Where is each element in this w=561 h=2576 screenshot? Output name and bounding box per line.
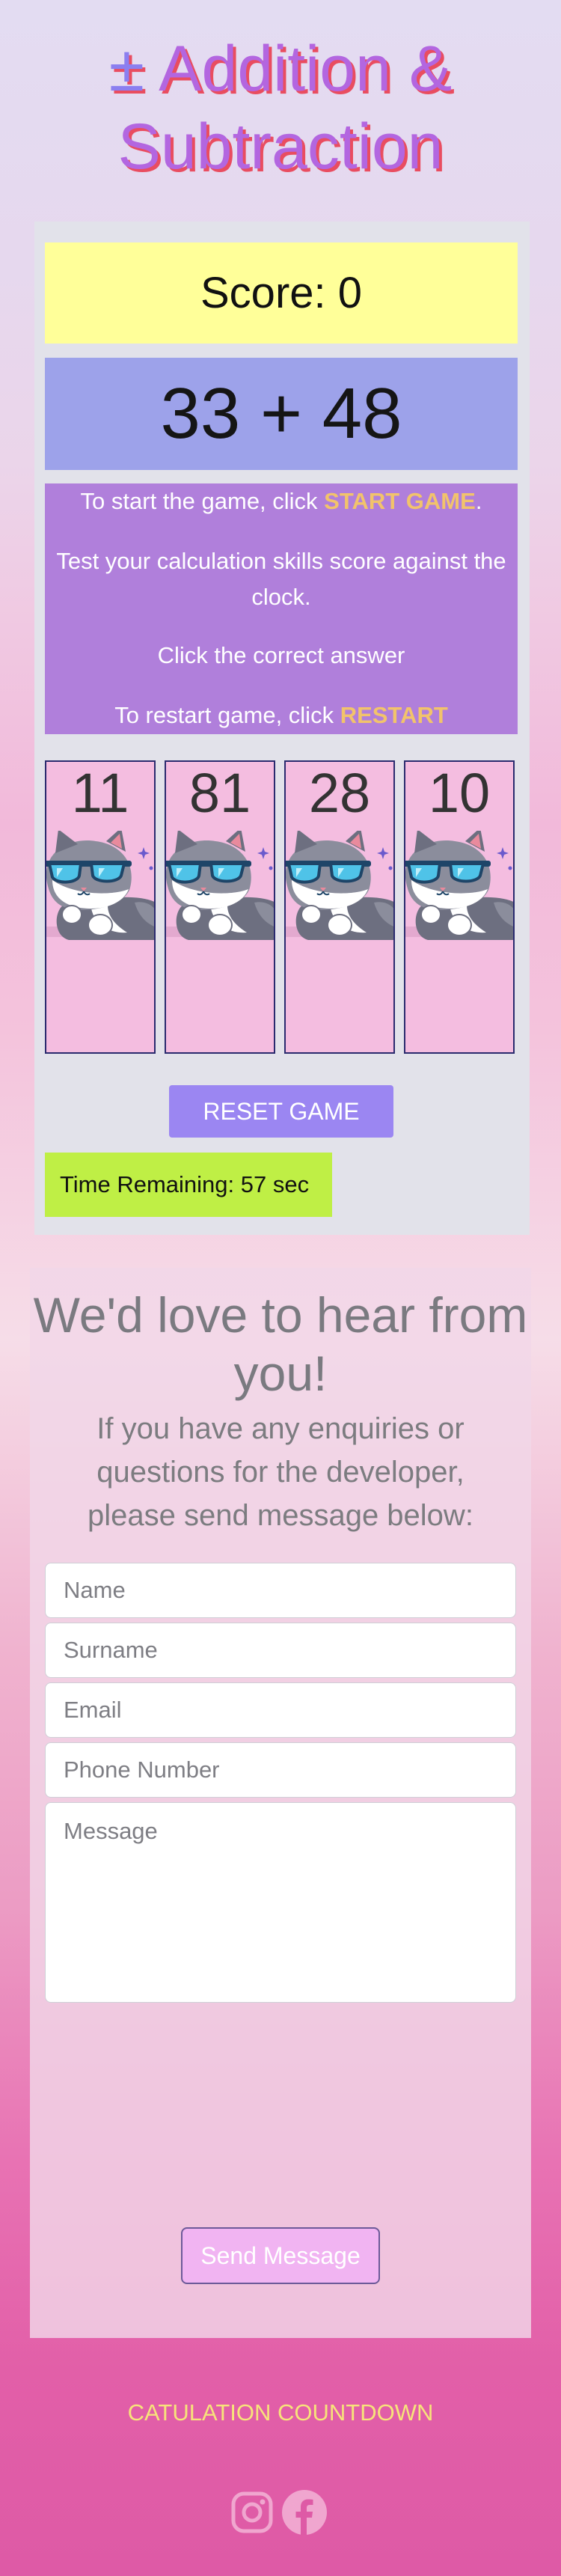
answer-card-2[interactable]: 81 — [165, 760, 275, 1054]
cat-icon — [405, 831, 513, 940]
page-title: ± Addition & Subtraction — [0, 30, 561, 186]
question-display: 33 + 48 — [45, 358, 518, 470]
answer-value: 28 — [308, 762, 371, 824]
surname-field[interactable] — [45, 1623, 516, 1678]
send-message-button[interactable]: Send Message — [181, 2227, 380, 2284]
contact-heading: We'd love to hear from you! — [33, 1287, 528, 1401]
game-panel: Score: 0 33 + 48 To start the game, clic… — [34, 222, 530, 1235]
answer-options: 11 81 28 10 — [45, 760, 518, 1054]
reset-game-button[interactable]: RESET GAME — [169, 1085, 393, 1138]
title-line-2: Subtraction — [117, 111, 444, 183]
title-line-1: ± Addition & — [0, 30, 561, 108]
footer-title: CATULATION COUNTDOWN — [127, 2399, 434, 2426]
instruction-start: To start the game, click START GAME. — [45, 483, 518, 519]
contact-subheading: If you have any enquiries or questions f… — [88, 1412, 473, 1532]
message-field[interactable] — [45, 1802, 516, 2003]
contact-panel: We'd love to hear from you! If you have … — [30, 1268, 531, 2338]
instruction-start-suffix: . — [475, 488, 482, 514]
answer-card-1[interactable]: 11 — [45, 760, 156, 1054]
answer-card-4[interactable]: 10 — [404, 760, 515, 1054]
time-remaining: Time Remaining: 57 sec — [45, 1153, 332, 1217]
cat-icon — [286, 831, 393, 940]
title-text-1: Addition & — [159, 33, 453, 105]
instruction-restart-text: To restart game, click — [114, 702, 340, 728]
phone-field[interactable] — [45, 1742, 516, 1798]
instagram-icon[interactable] — [229, 2489, 275, 2536]
name-field[interactable] — [45, 1563, 516, 1618]
instruction-start-text: To start the game, click — [80, 488, 325, 514]
instructions-panel: To start the game, click START GAME. Tes… — [45, 483, 518, 734]
cat-icon — [46, 831, 154, 940]
instruction-restart: To restart game, click RESTART — [45, 698, 518, 733]
facebook-icon[interactable] — [281, 2489, 328, 2536]
answer-value: 10 — [428, 762, 491, 824]
plus-minus-icon: ± — [108, 33, 144, 105]
email-field[interactable] — [45, 1682, 516, 1738]
answer-card-3[interactable]: 28 — [284, 760, 395, 1054]
score-display: Score: 0 — [45, 242, 518, 344]
instruction-test: Test your calculation skills score again… — [56, 548, 506, 610]
start-game-link[interactable]: START GAME — [324, 488, 476, 514]
restart-link[interactable]: RESTART — [340, 702, 448, 728]
cat-icon — [166, 831, 274, 940]
answer-value: 81 — [188, 762, 251, 824]
instruction-click: Click the correct answer — [157, 642, 405, 668]
answer-value: 11 — [71, 762, 129, 824]
